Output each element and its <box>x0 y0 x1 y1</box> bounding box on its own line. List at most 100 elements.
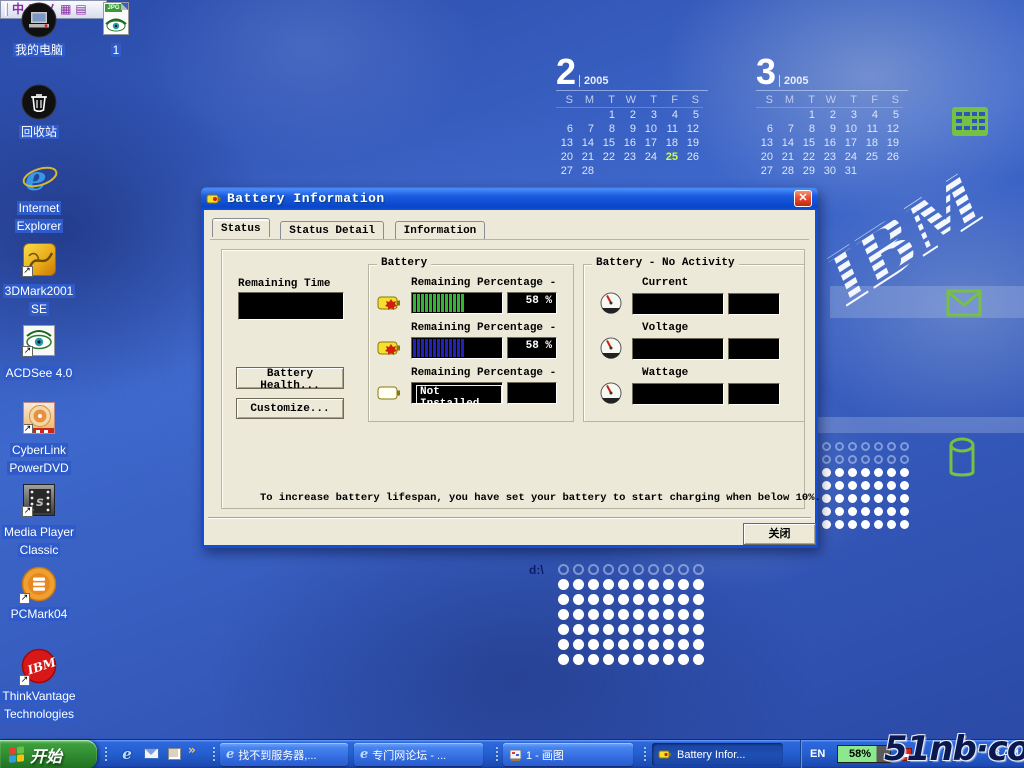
desktop-icon-internet-explorer[interactable]: e Internet Explorer <box>0 160 78 235</box>
task-label: 1 - 画图 <box>526 747 564 763</box>
desktop-icon-acdsee[interactable]: ↗ ACDSee 4.0 <box>0 325 78 382</box>
shortcut-arrow-icon: ↗ <box>22 266 33 277</box>
calendar-day: 2 <box>819 108 840 122</box>
taskbar-item-ie-forum[interactable]: e 专门网论坛 - ... <box>354 743 483 766</box>
close-button[interactable]: 关闭 <box>743 523 816 545</box>
wallpaper-dot <box>822 468 831 477</box>
task-label: 专门网论坛 - ... <box>372 747 446 763</box>
wallpaper-dot <box>861 520 870 529</box>
tab-status-detail[interactable]: Status Detail <box>280 221 384 239</box>
calendar-day: 9 <box>819 122 840 136</box>
paint-icon <box>509 748 522 761</box>
calendar-day <box>619 164 640 178</box>
wallpaper-dot <box>678 654 689 665</box>
desktop-icon-3dmark2001[interactable]: ↗ 3DMark2001 SE <box>0 243 78 318</box>
tab-information[interactable]: Information <box>395 221 486 239</box>
wallpaper-dot <box>678 594 689 605</box>
current-display-small <box>728 293 780 315</box>
wallpaper-dot <box>573 654 584 665</box>
calendar-day: 24 <box>640 150 661 164</box>
wallpaper-dot <box>648 654 659 665</box>
wallpaper-dot <box>573 594 584 605</box>
customize-button[interactable]: Customize... <box>236 398 344 419</box>
no-activity-group: Battery - No Activity Current Voltage Wa… <box>583 264 805 422</box>
calendar-day-header: S <box>682 93 703 108</box>
tray-battery-meter[interactable]: 58% <box>837 745 891 763</box>
wallpaper-dot <box>693 579 704 590</box>
wallpaper-dot <box>558 564 569 575</box>
calendar-header: 3 2005 <box>756 57 908 91</box>
toolbar-grip[interactable] <box>104 746 108 763</box>
wallpaper-dot-grid <box>820 440 911 531</box>
calendar-year: 2005 <box>579 75 608 87</box>
wallpaper-dot <box>648 609 659 620</box>
wallpaper-dot <box>693 594 704 605</box>
taskbar-item-paint[interactable]: 1 - 画图 <box>503 743 633 766</box>
wallpaper-dot <box>663 654 674 665</box>
calendar-day: 10 <box>840 122 861 136</box>
desktop-icon-my-computer[interactable]: 我的电脑 <box>0 2 78 59</box>
tab-status[interactable]: Status <box>212 218 270 237</box>
toolbar-grip[interactable] <box>212 746 216 763</box>
green-envelope-icon <box>946 289 982 317</box>
calendar-day: 7 <box>577 122 598 136</box>
calendar-day <box>661 164 682 178</box>
quicklaunch-mail-icon[interactable] <box>144 745 162 763</box>
calendar-day: 8 <box>598 122 619 136</box>
ie-icon: e <box>226 747 234 762</box>
language-indicator[interactable]: EN <box>810 748 825 760</box>
battery-percent: 58% <box>849 748 871 760</box>
wallpaper-dot <box>588 564 599 575</box>
quicklaunch-show-desktop-icon[interactable] <box>168 745 186 763</box>
calendar-day-header: M <box>577 93 598 108</box>
remaining-percentage-label: Remaining Percentage - <box>411 367 556 379</box>
thinkvantage-icon: IBM ↗ <box>21 648 57 684</box>
quicklaunch-overflow-chevron[interactable]: » <box>188 743 196 757</box>
calendar-day: 16 <box>819 136 840 150</box>
desktop-icon-jpg-1[interactable]: JPG 1 <box>86 2 146 59</box>
icon-label: 1 <box>111 43 122 57</box>
wallpaper-dot <box>558 579 569 590</box>
calendar-day: 21 <box>577 150 598 164</box>
wattage-label: Wattage <box>642 367 688 379</box>
taskbar-item-battery-information[interactable]: Battery Infor... <box>652 743 783 766</box>
gauge-icon <box>598 381 624 407</box>
battery-health-button[interactable]: Battery Health... <box>236 367 344 389</box>
desktop-icon-thinkvantage[interactable]: IBM ↗ ThinkVantage Technologies <box>0 648 78 723</box>
quicklaunch-ie-icon[interactable]: e <box>118 745 136 763</box>
desktop-icon-pcmark04[interactable]: ↗ PCMark04 <box>0 566 78 623</box>
wallpaper-dot-grid <box>556 562 706 667</box>
toolbar-grip[interactable] <box>495 746 499 763</box>
calendar-day <box>640 164 661 178</box>
calendar-day-header: W <box>819 93 840 108</box>
wallpaper-dot <box>663 639 674 650</box>
taskbar-item-ie-server[interactable]: e 找不到服务器,... <box>220 743 348 766</box>
mpc-icon: s ↗ <box>21 484 57 520</box>
toolbar-grip[interactable] <box>643 746 647 763</box>
wallpaper-dot <box>848 468 857 477</box>
start-button[interactable]: 开始 <box>0 740 97 768</box>
svg-text:e: e <box>25 160 47 198</box>
desktop-icon-media-player-classic[interactable]: s ↗ Media Player Classic <box>0 484 78 559</box>
wallpaper-dot <box>603 594 614 605</box>
icon-label: SE <box>29 302 49 316</box>
calendar-day: 19 <box>882 136 903 150</box>
calendar-day-header: T <box>798 93 819 108</box>
desktop-icon-powerdvd[interactable]: ↗ CyberLink PowerDVD <box>0 402 78 477</box>
calendar-day: 27 <box>756 164 777 178</box>
desktop-icon-recycle-bin[interactable]: 回收站 <box>0 84 78 141</box>
calendar-day: 14 <box>577 136 598 150</box>
wallpaper-dot <box>848 494 857 503</box>
close-icon[interactable]: ✕ <box>794 190 812 207</box>
wallpaper-dot <box>633 624 644 635</box>
calendar-day: 26 <box>882 150 903 164</box>
calendar-day <box>577 108 598 122</box>
remaining-time-label: Remaining Time <box>238 278 330 290</box>
no-activity-group-title: Battery - No Activity <box>592 257 739 269</box>
dialog-titlebar[interactable]: Battery Information ✕ <box>201 187 818 210</box>
calendar-day-header: F <box>861 93 882 108</box>
calendar-day-header: T <box>598 93 619 108</box>
wallpaper-dot <box>633 594 644 605</box>
svg-text:s: s <box>36 495 44 510</box>
calendar-day: 30 <box>819 164 840 178</box>
